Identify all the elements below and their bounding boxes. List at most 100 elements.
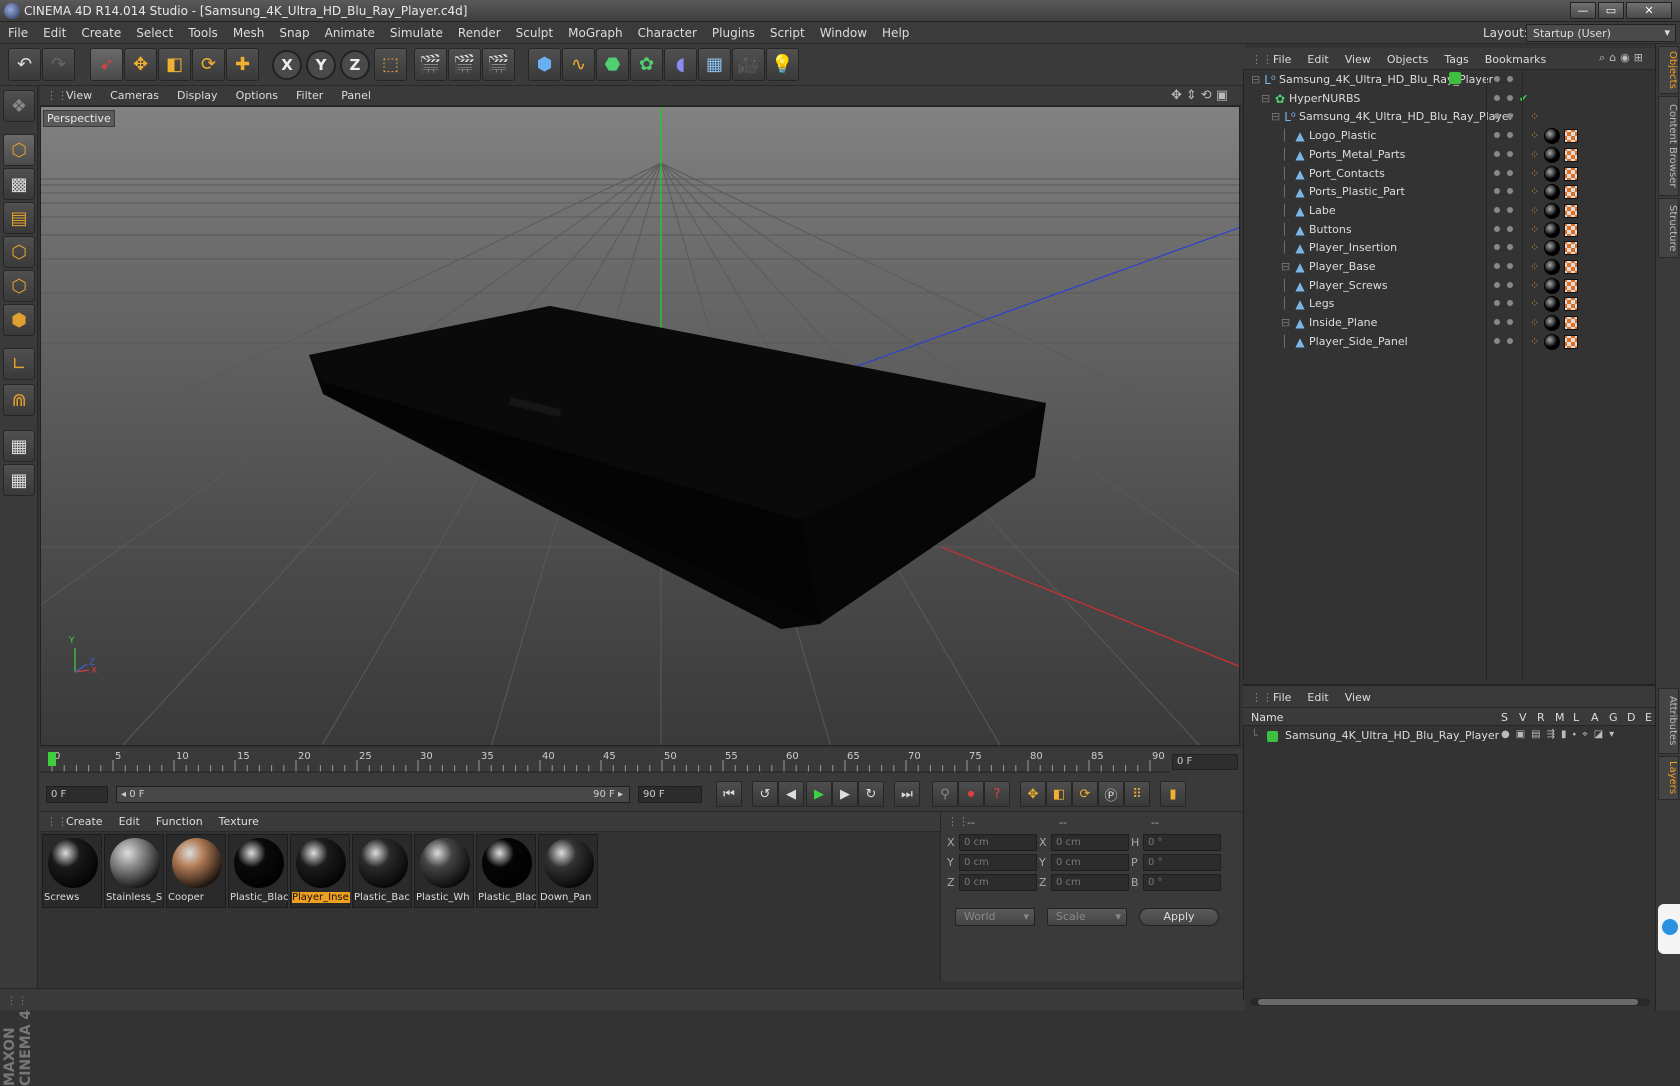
menu-edit[interactable]: Edit [43, 26, 75, 40]
menu-file[interactable]: File [8, 26, 37, 40]
axis-mode-button[interactable]: ∟ [3, 348, 35, 380]
layers-menu-edit[interactable]: Edit [1307, 691, 1328, 704]
pan-icon[interactable]: ✥ [1171, 88, 1186, 103]
object-row[interactable]: │ ▲ Logo_Plastic ⁘ [1243, 126, 1655, 146]
cube-button[interactable]: ⬢ [528, 48, 561, 81]
end-frame-field[interactable]: 90 F [638, 786, 702, 803]
menu-window[interactable]: Window [820, 26, 876, 40]
timeline-window-button[interactable]: ▮ [1160, 781, 1186, 807]
phong-tag-icon[interactable]: ⁘ [1530, 167, 1542, 180]
material-tag-icon[interactable] [1544, 277, 1560, 294]
rotate-button[interactable]: ⟳ [192, 48, 225, 81]
record-rotation-toggle[interactable]: ⟳ [1072, 781, 1098, 807]
eye-icon[interactable]: ◉ [1620, 51, 1634, 64]
menu-simulate[interactable]: Simulate [390, 26, 452, 40]
object-row[interactable]: │ ▲ Legs ⁘ [1243, 294, 1655, 314]
phong-tag-icon[interactable]: ⁘ [1530, 186, 1542, 198]
render-visibility-dot[interactable] [1507, 244, 1513, 251]
timeline-ruler[interactable]: 0 5 10 15 20 25 30 35 40 45 50 55 60 65 70 75 80 85 90 [40, 748, 1242, 778]
live-selection-button[interactable]: ➶ [90, 48, 123, 81]
material-swatch[interactable]: Screws [42, 834, 102, 908]
tree-expand-icon[interactable]: │ [1281, 148, 1288, 161]
texture-tag-icon[interactable] [1564, 185, 1578, 200]
layer-toggles[interactable]: ●▣▤⇶▮⬩⌖◪▾ [1501, 729, 1620, 740]
record-parameter-toggle[interactable]: Ⓟ [1098, 781, 1124, 807]
apply-button[interactable]: Apply [1139, 908, 1219, 926]
menu-select[interactable]: Select [136, 26, 182, 40]
render-visibility-dot[interactable] [1507, 281, 1513, 288]
texture-tag-icon[interactable] [1564, 222, 1578, 237]
menu-help[interactable]: Help [882, 26, 918, 40]
object-row[interactable]: │ ▲ Player_Insertion ⁘ [1243, 238, 1655, 258]
editor-visibility-dot[interactable] [1494, 281, 1500, 288]
scrollbar-thumb[interactable] [1258, 999, 1638, 1005]
record-scale-toggle[interactable]: ◧ [1046, 781, 1072, 807]
coord-field[interactable]: 0 cm [1051, 854, 1129, 871]
texture-tag-icon[interactable] [1564, 166, 1578, 181]
tree-expand-icon[interactable]: │ [1281, 241, 1288, 254]
editor-visibility-dot[interactable] [1494, 319, 1500, 326]
editor-visibility-dot[interactable] [1494, 76, 1500, 82]
material-swatch[interactable]: Plastic_Blac [476, 834, 536, 908]
phong-tag-icon[interactable]: ⁘ [1530, 279, 1542, 292]
coord-field[interactable]: 0 ° [1143, 874, 1221, 891]
tab-layers[interactable]: Layers [1658, 756, 1679, 800]
menu-snap[interactable]: Snap [279, 26, 318, 40]
scale-button[interactable]: ◧ [158, 48, 191, 81]
phong-tag-icon[interactable]: ⁘ [1530, 130, 1542, 142]
layer-column-header[interactable]: V [1519, 711, 1527, 724]
editor-visibility-dot[interactable] [1494, 225, 1500, 232]
editor-visibility-dot[interactable] [1494, 206, 1500, 213]
array-button[interactable]: ✿ [630, 48, 663, 81]
redo-button[interactable]: ↷ [42, 48, 75, 81]
tree-expand-icon[interactable]: ⊟ [1281, 316, 1290, 329]
render-visibility-dot[interactable] [1507, 150, 1513, 157]
object-row[interactable]: ⊟ ▲ Player_Base ⁘ [1243, 257, 1655, 277]
texture-tag-icon[interactable] [1564, 316, 1578, 331]
layer-column-header[interactable]: G [1609, 711, 1618, 724]
render-visibility-dot[interactable] [1507, 188, 1513, 195]
layers-menu-view[interactable]: View [1345, 691, 1371, 704]
material-menu-create[interactable]: Create [66, 815, 103, 828]
phong-tag-icon[interactable]: ⁘ [1530, 148, 1542, 161]
phong-tag-icon[interactable]: ⁘ [1530, 298, 1542, 310]
material-tag-icon[interactable] [1544, 165, 1560, 182]
material-swatch[interactable]: Plastic_Blac [228, 834, 288, 908]
objects-menu-tags[interactable]: Tags [1444, 53, 1468, 66]
tree-expand-icon[interactable]: │ [1281, 167, 1288, 180]
coord-field[interactable]: 0 cm [959, 854, 1037, 871]
tree-expand-icon[interactable]: │ [1281, 223, 1288, 236]
material-tag-icon[interactable] [1544, 333, 1560, 350]
editor-visibility-dot[interactable] [1494, 94, 1500, 101]
phong-tag-icon[interactable]: ⁘ [1530, 111, 1542, 123]
coordinate-space-select[interactable]: World ▾ [955, 908, 1035, 926]
phong-tag-icon[interactable]: ⁘ [1530, 204, 1542, 217]
playhead[interactable] [48, 752, 56, 766]
material-tag-icon[interactable] [1544, 259, 1560, 275]
z-axis-button[interactable]: Z [340, 50, 370, 80]
viewport-menu-view[interactable]: View [66, 89, 92, 102]
object-row[interactable]: ⊟ L⁰ Samsung_4K_Ultra_HD_Blu_Ray_Player ⁘ [1243, 107, 1655, 127]
next-frame-button[interactable]: ▶ [832, 781, 858, 807]
close-button[interactable]: ✕ [1626, 2, 1672, 19]
layer-column-header[interactable]: M [1555, 711, 1565, 724]
layer-column-header[interactable]: D [1627, 711, 1635, 724]
layout-select[interactable]: Startup (User) ▾ [1526, 24, 1676, 42]
material-tag-icon[interactable] [1544, 184, 1560, 201]
phong-tag-icon[interactable]: ⁘ [1530, 335, 1542, 348]
record-pla-toggle[interactable]: ⠿ [1124, 781, 1150, 807]
texture-tag-icon[interactable] [1564, 241, 1578, 256]
render-view-button[interactable]: 🎬 [414, 48, 447, 81]
dolly-icon[interactable]: ⇕ [1186, 88, 1201, 103]
editor-visibility-dot[interactable] [1494, 244, 1500, 251]
coord-field[interactable]: 0 ° [1143, 834, 1221, 851]
texture-tag-icon[interactable] [1564, 297, 1578, 312]
material-tag-icon[interactable] [1544, 240, 1560, 257]
material-swatch[interactable]: Stainless_S [104, 834, 164, 908]
material-tag-icon[interactable] [1544, 128, 1560, 145]
material-tag-icon[interactable] [1544, 315, 1560, 332]
tree-expand-icon[interactable]: ⊟ [1281, 260, 1290, 273]
spline-button[interactable]: ∿ [562, 48, 595, 81]
floor-button[interactable]: ▦ [698, 48, 731, 81]
prev-frame-button[interactable]: ◀ [778, 781, 804, 807]
